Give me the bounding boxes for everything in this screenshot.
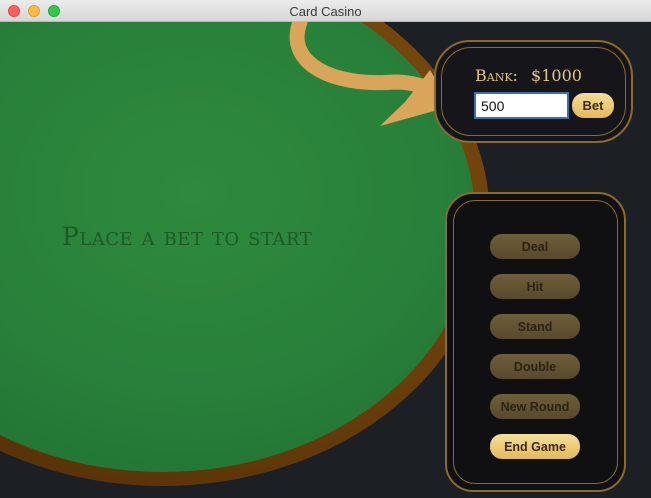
- deal-button[interactable]: Deal: [490, 234, 580, 259]
- bank-amount: $1000: [531, 66, 582, 85]
- bet-input[interactable]: [474, 92, 569, 119]
- bank-display: Bank: $1000: [475, 66, 582, 85]
- bet-button[interactable]: Bet: [572, 93, 614, 118]
- new-round-button[interactable]: New Round: [490, 394, 580, 419]
- double-button[interactable]: Double: [490, 354, 580, 379]
- stand-button[interactable]: Stand: [490, 314, 580, 339]
- controls-panel: Deal Hit Stand Double New Round End Game: [445, 192, 626, 492]
- title-bar: Card Casino: [0, 0, 651, 22]
- game-stage: Place a bet to start Bank: $1000 Bet Dea…: [0, 22, 651, 498]
- hit-button[interactable]: Hit: [490, 274, 580, 299]
- bank-panel: Bank: $1000 Bet: [434, 40, 633, 143]
- window-title: Card Casino: [289, 4, 362, 19]
- bank-label: Bank:: [475, 66, 518, 85]
- end-game-button[interactable]: End Game: [490, 434, 580, 459]
